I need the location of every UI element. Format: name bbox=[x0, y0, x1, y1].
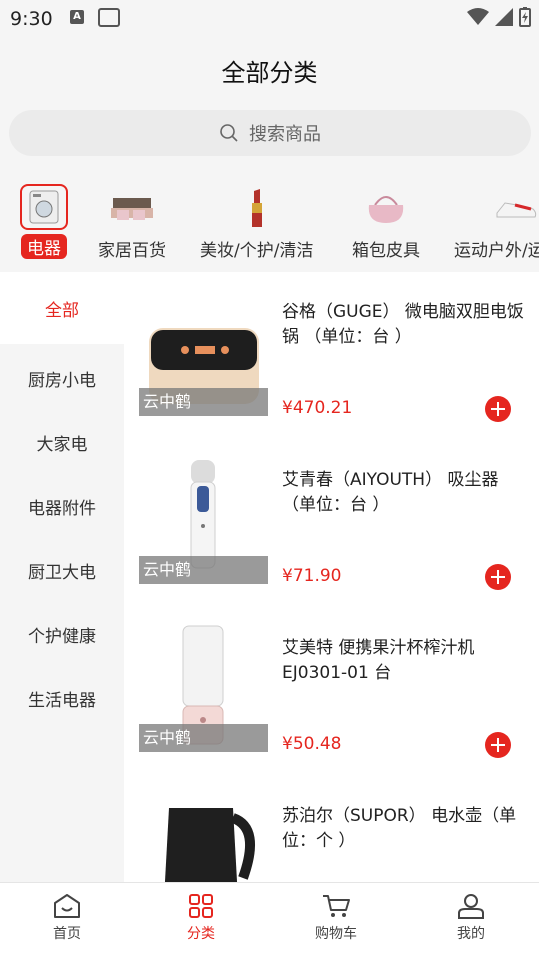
category-label: 家居百货 bbox=[98, 241, 166, 261]
tab-label: 我的 bbox=[457, 926, 485, 942]
tab-home[interactable]: 首页 bbox=[27, 893, 107, 943]
product-card[interactable]: 云中鹤 谷格（GUGE） 微电脑双胆电饭锅 （单位：台 ） ¥470.21 bbox=[124, 272, 539, 440]
bottom-tab-bar: 首页 分类 购物车 我的 bbox=[0, 882, 539, 958]
side-nav: 全部 厨房小电 大家电 电器附件 厨卫大电 个护健康 生活电器 bbox=[0, 272, 124, 882]
source-badge: 云中鹤 bbox=[139, 724, 268, 752]
category-label: 箱包皮具 bbox=[352, 241, 420, 261]
search-input[interactable]: 搜索商品 bbox=[9, 110, 531, 156]
handbag-icon bbox=[362, 184, 410, 232]
search-placeholder: 搜索商品 bbox=[249, 124, 321, 145]
category-row: 电器 家居百货 美妆/个护/清洁 箱包皮具 运动户外/运 bbox=[0, 164, 539, 272]
electric-kettle-image bbox=[139, 788, 268, 882]
source-badge: 云中鹤 bbox=[139, 388, 268, 416]
add-to-cart-button[interactable] bbox=[485, 396, 511, 422]
tab-label: 分类 bbox=[187, 926, 215, 942]
category-beauty[interactable]: 美妆/个护/清洁 bbox=[200, 184, 313, 261]
side-item-kitchen-small[interactable]: 厨房小电 bbox=[0, 346, 124, 410]
product-title: 艾青春（AIYOUTH） 吸尘器（单位：台 ） bbox=[282, 470, 499, 515]
status-time: 9:30 bbox=[10, 8, 53, 30]
search-icon bbox=[220, 124, 238, 142]
status-bar: 9:30 A bbox=[0, 0, 539, 36]
product-price: ¥71.90 bbox=[282, 566, 342, 586]
tab-label: 首页 bbox=[53, 926, 81, 942]
product-card[interactable]: 云中鹤 艾青春（AIYOUTH） 吸尘器（单位：台 ） ¥71.90 bbox=[124, 440, 539, 608]
battery-icon bbox=[519, 7, 531, 27]
shopping-bag-icon bbox=[98, 8, 120, 27]
side-item-large-appliances[interactable]: 大家电 bbox=[0, 410, 124, 474]
add-to-cart-button[interactable] bbox=[485, 732, 511, 758]
product-title: 艾美特 便携果汁杯榨汁机EJ0301-01 台 bbox=[282, 638, 475, 683]
product-price: ¥470.21 bbox=[282, 398, 353, 418]
product-price: ¥50.48 bbox=[282, 734, 342, 754]
category-label: 运动户外/运 bbox=[454, 241, 539, 261]
tab-profile[interactable]: 我的 bbox=[431, 893, 511, 943]
home-icon bbox=[54, 894, 80, 918]
sofa-icon bbox=[108, 184, 156, 232]
category-label: 美妆/个护/清洁 bbox=[200, 241, 314, 261]
lipstick-icon bbox=[233, 184, 281, 232]
status-indicators bbox=[467, 7, 531, 27]
side-item-kitchen-bath[interactable]: 厨卫大电 bbox=[0, 538, 124, 602]
side-item-all[interactable]: 全部 bbox=[0, 272, 124, 344]
category-bags[interactable]: 箱包皮具 bbox=[352, 184, 420, 261]
search-section: 搜索商品 bbox=[0, 102, 539, 164]
product-card[interactable]: 苏泊尔（SUPOR） 电水壶（单位：个 ） bbox=[124, 776, 539, 882]
product-title: 谷格（GUGE） 微电脑双胆电饭锅 （单位：台 ） bbox=[282, 302, 524, 347]
header: 全部分类 bbox=[0, 36, 539, 102]
cart-icon bbox=[323, 895, 350, 917]
source-badge: 云中鹤 bbox=[139, 556, 268, 584]
washing-machine-icon bbox=[20, 184, 68, 230]
category-home-goods[interactable]: 家居百货 bbox=[98, 184, 166, 261]
a-icon: A bbox=[70, 10, 84, 24]
tab-cart[interactable]: 购物车 bbox=[296, 893, 376, 943]
add-to-cart-button[interactable] bbox=[485, 564, 511, 590]
sneaker-icon bbox=[492, 184, 539, 232]
category-electrical[interactable]: 电器 bbox=[20, 184, 68, 259]
tab-category[interactable]: 分类 bbox=[161, 893, 241, 943]
signal-icon bbox=[495, 8, 513, 26]
category-sports[interactable]: 运动户外/运 bbox=[454, 184, 539, 261]
page-title: 全部分类 bbox=[221, 59, 318, 87]
wifi-icon bbox=[467, 8, 489, 25]
category-grid-icon bbox=[189, 894, 213, 918]
product-title: 苏泊尔（SUPOR） 电水壶（单位：个 ） bbox=[282, 806, 517, 851]
side-item-accessories[interactable]: 电器附件 bbox=[0, 474, 124, 538]
side-item-personal-care[interactable]: 个护健康 bbox=[0, 602, 124, 666]
user-icon bbox=[458, 894, 484, 919]
product-card[interactable]: 云中鹤 艾美特 便携果汁杯榨汁机EJ0301-01 台 ¥50.48 bbox=[124, 608, 539, 776]
tab-label: 购物车 bbox=[315, 926, 357, 942]
category-label: 电器 bbox=[21, 234, 67, 259]
product-list: 云中鹤 谷格（GUGE） 微电脑双胆电饭锅 （单位：台 ） ¥470.21 云中… bbox=[124, 272, 539, 882]
side-item-home-appliances[interactable]: 生活电器 bbox=[0, 666, 124, 730]
